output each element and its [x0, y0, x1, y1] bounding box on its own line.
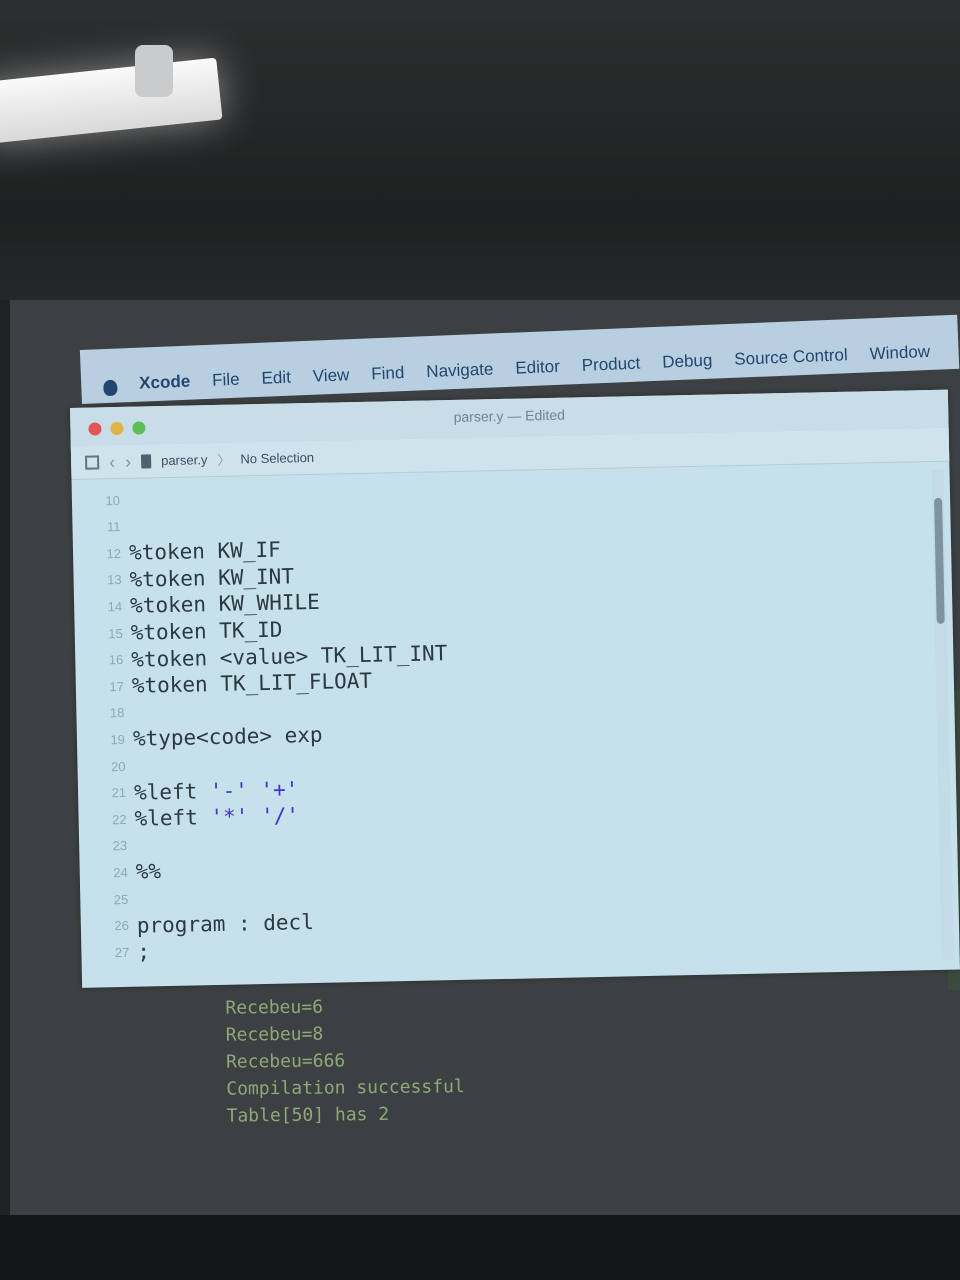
- menu-find[interactable]: Find: [371, 363, 405, 384]
- apple-icon[interactable]: [103, 379, 118, 397]
- lamp-bracket: [135, 45, 173, 97]
- xcode-window: parser.y — Edited ‹ › parser.y 〉 No Sele…: [70, 389, 960, 988]
- code-text: %token TK_ID: [130, 617, 283, 645]
- code-line[interactable]: 13 %token KW_INT: [73, 563, 294, 594]
- code-line[interactable]: 24%%: [79, 859, 161, 887]
- breadcrumb-selection[interactable]: No Selection: [240, 450, 314, 467]
- line-number: 22: [111, 811, 127, 827]
- menu-source-control[interactable]: Source Control: [734, 345, 848, 370]
- code-line[interactable]: 26 program : decl: [81, 909, 315, 940]
- code-line[interactable]: 12 %token KW_IF: [73, 537, 281, 567]
- line-number: 17: [109, 678, 124, 694]
- code-line[interactable]: 25: [80, 886, 137, 913]
- line-number: 21: [111, 785, 127, 801]
- line-number: 27: [114, 944, 130, 960]
- code-line[interactable]: 23: [79, 833, 136, 860]
- code-line[interactable]: 27;: [81, 939, 151, 966]
- line-number: 10: [105, 492, 121, 508]
- code-line[interactable]: 22 %left '*' '/': [78, 802, 299, 833]
- line-number: 11: [106, 519, 121, 535]
- menu-editor[interactable]: Editor: [515, 357, 560, 379]
- menu-window[interactable]: Window: [869, 342, 930, 364]
- menu-debug[interactable]: Debug: [662, 351, 713, 373]
- line-number: 14: [107, 598, 123, 615]
- breadcrumb-separator: 〉: [217, 452, 231, 468]
- line-number: 25: [113, 891, 129, 907]
- code-line[interactable]: 19 %type<code> exp: [77, 722, 323, 753]
- code-line[interactable]: 21 %left '-' '+': [78, 776, 299, 807]
- code-line[interactable]: 17 %token TK_LIT_FLOAT: [76, 668, 373, 700]
- code-text: ;: [137, 939, 151, 964]
- code-line[interactable]: 10: [72, 487, 129, 514]
- terminal-line: Table[50] has 2: [226, 1103, 390, 1127]
- forward-arrow-icon[interactable]: ›: [125, 451, 131, 471]
- line-number: 13: [106, 572, 122, 588]
- file-icon: [140, 453, 152, 469]
- menu-view[interactable]: View: [312, 365, 349, 386]
- source-editor[interactable]: 10 11 12 %token KW_IF 13 %token KW_INT 14 %toke…: [72, 462, 944, 988]
- menu-file[interactable]: File: [212, 370, 240, 391]
- line-number: 23: [112, 838, 128, 854]
- code-text: %type<code> exp: [132, 723, 323, 752]
- line-number: 18: [109, 705, 125, 721]
- screen-bottom-frame: [0, 1215, 960, 1280]
- back-arrow-icon[interactable]: ‹: [109, 452, 115, 472]
- menu-navigate[interactable]: Navigate: [426, 359, 494, 382]
- code-text: %left '-' '+': [133, 776, 299, 805]
- line-number: 26: [114, 917, 130, 934]
- breadcrumb-file[interactable]: parser.y: [161, 452, 208, 468]
- menu-app-name[interactable]: Xcode: [139, 372, 191, 394]
- code-text: %token KW_INT: [129, 564, 295, 592]
- code-line[interactable]: 15 %token TK_ID: [74, 617, 283, 647]
- line-number: 19: [110, 731, 126, 748]
- line-number: 24: [113, 864, 128, 881]
- line-number: 20: [110, 758, 126, 774]
- line-number: 16: [108, 652, 124, 668]
- menu-edit[interactable]: Edit: [261, 368, 291, 389]
- code-text: %token <value> TK_LIT_INT: [131, 640, 448, 672]
- related-items-icon[interactable]: [84, 454, 100, 470]
- code-text: %left '*' '/': [134, 803, 300, 831]
- code-line[interactable]: 11: [72, 513, 129, 540]
- line-number: 15: [108, 625, 123, 641]
- code-text: program : decl: [136, 909, 315, 938]
- terminal-output: Recebeu=6 Recebeu=8 Recebeu=666 Compilat…: [225, 989, 726, 1129]
- code-line[interactable]: 18: [76, 700, 133, 727]
- code-text: %token KW_WHILE: [129, 590, 321, 619]
- menu-product[interactable]: Product: [581, 354, 640, 376]
- code-text: %token KW_IF: [128, 537, 281, 565]
- code-line[interactable]: 14 %token KW_WHILE: [74, 589, 320, 620]
- code-line[interactable]: 20: [77, 753, 134, 780]
- code-text: %%: [135, 859, 162, 885]
- code-text: %token TK_LIT_FLOAT: [131, 668, 373, 698]
- line-number: 12: [106, 545, 122, 561]
